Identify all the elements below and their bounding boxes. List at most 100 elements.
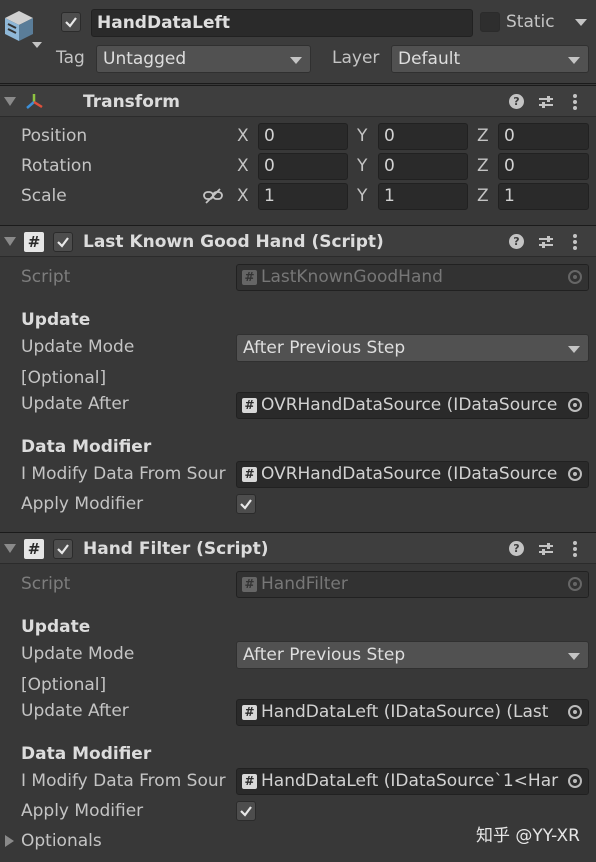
transform-title: Transform	[83, 92, 180, 112]
inspector-panel: HandDataLeft Static Tag Untagged Layer D…	[0, 0, 596, 862]
target-icon	[568, 270, 582, 284]
help-icon[interactable]: ?	[509, 541, 524, 556]
more-options-icon[interactable]	[572, 233, 578, 251]
chevron-down-icon	[290, 57, 302, 64]
component-enabled-checkbox[interactable]	[53, 539, 73, 559]
component-title: Hand Filter (Script)	[83, 539, 269, 559]
tag-dropdown[interactable]: Untagged	[96, 45, 311, 73]
more-options-icon[interactable]	[572, 93, 578, 111]
script-icon: #	[242, 467, 257, 482]
update-after-field[interactable]: # OVRHandDataSource (IDataSource	[236, 392, 589, 419]
modify-data-from-label: I Modify Data From Sour	[21, 773, 226, 790]
optional-label: [Optional]	[21, 675, 107, 695]
modify-data-from-label: I Modify Data From Sour	[21, 466, 226, 483]
update-after-field[interactable]: # HandDataLeft (IDataSource) (Last	[236, 699, 589, 726]
update-mode-dropdown[interactable]: After Previous Step	[236, 641, 589, 669]
gameobject-header: HandDataLeft Static Tag Untagged Layer D…	[0, 0, 596, 84]
foldout-expanded-icon[interactable]	[4, 97, 16, 106]
tag-label: Tag	[56, 48, 85, 68]
chevron-down-icon	[568, 346, 580, 353]
help-icon[interactable]: ?	[509, 234, 524, 249]
lkgh-component-header[interactable]: # Last Known Good Hand (Script) ?	[0, 225, 596, 257]
update-after-label: Update After	[21, 394, 129, 414]
axis-z-label: Z	[477, 126, 489, 146]
chevron-down-icon	[568, 57, 580, 64]
object-picker	[562, 572, 588, 597]
gameobject-cube-icon[interactable]	[4, 10, 34, 42]
object-picker[interactable]	[562, 393, 588, 418]
update-mode-value: After Previous Step	[243, 645, 406, 665]
modify-data-from-value: HandDataLeft (IDataSource`1<Har	[261, 771, 559, 791]
script-icon: #	[242, 398, 257, 413]
axis-x-label: X	[237, 126, 249, 146]
object-picker[interactable]	[562, 700, 588, 725]
update-section-header: Update	[21, 617, 91, 637]
update-mode-dropdown[interactable]: After Previous Step	[236, 334, 589, 362]
foldout-expanded-icon[interactable]	[4, 237, 16, 246]
tag-value: Untagged	[103, 49, 187, 69]
axis-y-label: Y	[357, 186, 368, 206]
data-modifier-section-header: Data Modifier	[21, 744, 152, 764]
position-y-field[interactable]: 0	[378, 123, 468, 150]
script-field: # LastKnownGoodHand	[236, 264, 589, 291]
axis-x-label: X	[237, 156, 249, 176]
target-icon	[568, 577, 582, 591]
layer-label: Layer	[332, 48, 380, 68]
help-icon[interactable]: ?	[509, 94, 524, 109]
static-checkbox[interactable]	[480, 12, 500, 32]
position-x-field[interactable]: 0	[258, 123, 348, 150]
layer-dropdown[interactable]: Default	[391, 45, 589, 73]
layer-value: Default	[398, 49, 461, 69]
object-picker[interactable]	[562, 769, 588, 794]
object-name-input[interactable]: HandDataLeft	[91, 9, 473, 37]
active-checkbox[interactable]	[61, 12, 81, 32]
position-z-field[interactable]: 0	[498, 123, 589, 150]
script-icon: #	[242, 270, 257, 285]
scale-label: Scale	[21, 186, 67, 206]
object-picker	[562, 265, 588, 290]
chevron-down-icon[interactable]	[32, 42, 42, 48]
static-label: Static	[506, 12, 555, 32]
data-modifier-section-header: Data Modifier	[21, 437, 152, 457]
component-title: Last Known Good Hand (Script)	[83, 232, 384, 252]
scale-x-field[interactable]: 1	[258, 183, 348, 210]
component-enabled-checkbox[interactable]	[53, 232, 73, 252]
object-picker[interactable]	[562, 462, 588, 487]
optionals-label[interactable]: Optionals	[21, 833, 102, 850]
foldout-expanded-icon[interactable]	[4, 544, 16, 553]
update-after-label: Update After	[21, 701, 129, 721]
presets-icon[interactable]	[538, 234, 554, 250]
axis-z-label: Z	[477, 156, 489, 176]
axis-x-label: X	[237, 186, 249, 206]
handfilter-component-header[interactable]: # Hand Filter (Script) ?	[0, 532, 596, 564]
static-dropdown-icon[interactable]	[575, 19, 587, 26]
presets-icon[interactable]	[538, 94, 554, 110]
constrain-proportions-icon[interactable]	[203, 187, 223, 205]
target-icon	[568, 774, 582, 788]
apply-modifier-label: Apply Modifier	[21, 801, 144, 821]
transform-header[interactable]: Transform ?	[0, 85, 596, 117]
scale-z-field[interactable]: 1	[498, 183, 589, 210]
rotation-y-field[interactable]: 0	[378, 153, 468, 180]
scale-y-field[interactable]: 1	[378, 183, 468, 210]
target-icon	[568, 705, 582, 719]
more-options-icon[interactable]	[572, 540, 578, 558]
modify-data-from-field[interactable]: # HandDataLeft (IDataSource`1<Har	[236, 768, 589, 795]
script-field: # HandFilter	[236, 571, 589, 598]
axis-y-label: Y	[357, 156, 368, 176]
axis-y-label: Y	[357, 126, 368, 146]
script-icon: #	[242, 774, 257, 789]
modify-data-from-field[interactable]: # OVRHandDataSource (IDataSource	[236, 461, 589, 488]
script-icon: #	[24, 539, 44, 559]
target-icon	[568, 398, 582, 412]
apply-modifier-checkbox[interactable]	[236, 801, 256, 821]
rotation-label: Rotation	[21, 156, 93, 176]
apply-modifier-checkbox[interactable]	[236, 494, 256, 514]
chevron-down-icon	[568, 653, 580, 660]
rotation-z-field[interactable]: 0	[498, 153, 589, 180]
optionals-foldout-icon[interactable]	[5, 835, 14, 847]
rotation-x-field[interactable]: 0	[258, 153, 348, 180]
presets-icon[interactable]	[538, 541, 554, 557]
transform-icon	[24, 92, 44, 112]
optional-label: [Optional]	[21, 368, 107, 388]
